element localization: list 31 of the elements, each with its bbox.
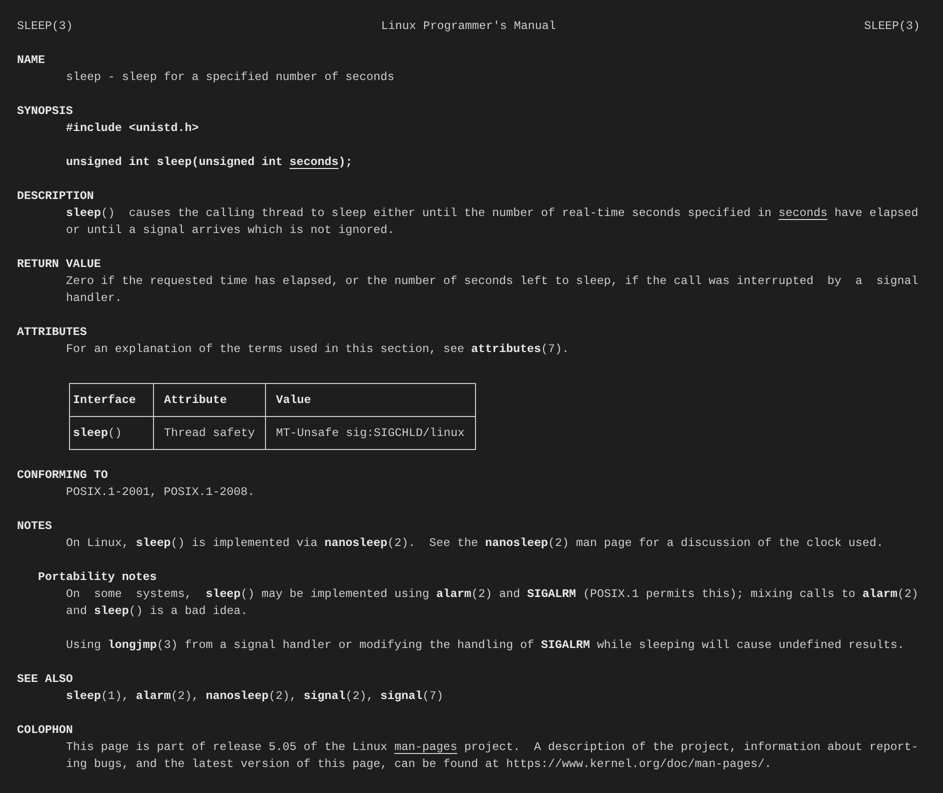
section-heading: CONFORMING TO (17, 468, 108, 484)
paragraph: POSIX.1-2001, POSIX.1-2008. (66, 485, 255, 501)
table-cell: MT-Unsafe sig:SIGCHLD/linux (266, 416, 476, 450)
page-title: SLEEP(3) (17, 19, 73, 35)
section-heading: RETURN VALUE (17, 257, 101, 273)
paragraph: unsigned int sleep(unsigned int seconds); (66, 155, 352, 171)
paragraph: For an explanation of the terms used in this section, see attributes(7). (66, 342, 569, 358)
manual-title: Linux Programmer's Manual (381, 19, 556, 35)
section-heading: NOTES (17, 519, 52, 535)
paragraph: sleep(1), alarm(2), nanosleep(2), signal(2), signal(7) (66, 689, 444, 705)
paragraph: sleep - sleep for a specified number of seconds (66, 70, 394, 86)
paragraph: sleep() causes the calling thread to sleep either until the number of real-time seconds specified in seconds have elapsed or until a signal arrives which is not ignored. (66, 206, 918, 239)
paragraph: On Linux, sleep() is implemented via nanosleep(2). See the nanosleep(2) man page for a discussion of the clock used. (66, 536, 884, 552)
paragraph: #include <unistd.h> (66, 121, 199, 137)
paragraph: This page is part of release 5.05 of the Linux man-pages project. A description of the project, information about report- ing bugs, and the latest version of this page, can be found at https://www.kernel.org/doc/man-pages/. (66, 740, 918, 773)
section-heading: NAME (17, 53, 45, 69)
paragraph: Using longjmp(3) from a signal handler or modifying the handling of SIGALRM while sleeping will cause undefined results. (66, 638, 904, 654)
page-title: SLEEP(3) (864, 19, 920, 35)
paragraph: Zero if the requested time has elapsed, or the number of seconds left to sleep, if the call was interrupted by a signal handler. (66, 274, 918, 307)
section-heading: DESCRIPTION (17, 189, 94, 205)
subsection-heading: Portability notes (38, 570, 157, 586)
table-cell: Thread safety (154, 416, 266, 450)
section-heading: SEE ALSO (17, 672, 73, 688)
column-header: Value (266, 384, 476, 416)
section-heading: ATTRIBUTES (17, 325, 87, 341)
paragraph: On some systems, sleep() may be implemented using alarm(2) and SIGALRM (POSIX.1 permits this); mixing calls to alarm(2) and sleep() is a bad idea. (66, 587, 918, 620)
column-header: Attribute (154, 384, 266, 416)
section-heading: SYNOPSIS (17, 104, 73, 120)
table-cell: sleep() (70, 416, 154, 450)
column-header: Interface (70, 384, 154, 416)
section-heading: COLOPHON (17, 723, 73, 739)
